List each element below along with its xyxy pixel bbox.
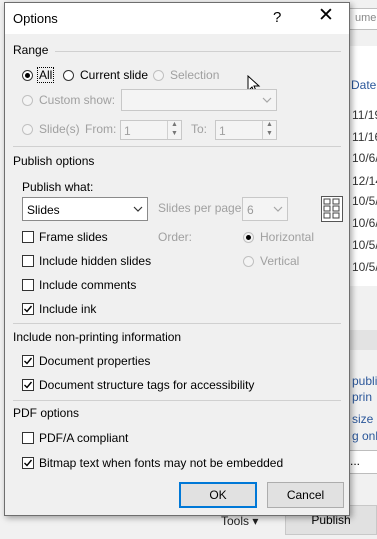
bitmap-text-label[interactable]: Bitmap text when fonts may not be embedd… <box>39 456 283 470</box>
nonprinting-top-separator <box>13 323 341 324</box>
spin-down-icon[interactable]: ▼ <box>171 130 178 137</box>
range-all-label[interactable]: All <box>36 67 55 83</box>
document-structure-tags-checkbox[interactable] <box>22 379 34 391</box>
more-label: ... <box>350 454 361 468</box>
range-separator <box>55 51 341 52</box>
dialog-title: Options <box>13 11 58 26</box>
range-selection-radio[interactable] <box>153 70 164 81</box>
include-comments-label[interactable]: Include comments <box>39 278 136 292</box>
document-properties-checkbox[interactable] <box>22 355 34 367</box>
checkmark-icon <box>24 459 33 467</box>
list-item-date[interactable]: 10/5/ <box>352 260 377 274</box>
background-file-list: Date 11/19 11/16 10/6/ 12/14 10/5/ 10/6/… <box>349 46 377 286</box>
checkmark-icon <box>24 305 33 313</box>
range-to-value: 1 <box>219 124 226 138</box>
list-item-date[interactable]: 10/5/ <box>352 238 377 252</box>
range-selection-label[interactable]: Selection <box>170 68 219 82</box>
include-comments-checkbox[interactable] <box>22 279 34 291</box>
list-item-date[interactable]: 10/6/ <box>352 216 377 230</box>
custom-show-dropdown[interactable] <box>121 89 277 111</box>
ok-button[interactable]: OK <box>179 482 257 508</box>
publish-what-label: Publish what: <box>22 180 94 194</box>
order-horizontal-label[interactable]: Horizontal <box>260 230 314 244</box>
order-label: Order: <box>158 230 193 244</box>
pdfa-compliant-label[interactable]: PDF/A compliant <box>39 431 128 445</box>
range-to-label: To: <box>191 122 208 136</box>
list-item-date[interactable]: 11/19 <box>352 108 377 122</box>
range-current-slide-label[interactable]: Current slide <box>80 68 148 82</box>
publish-options-group-label: Publish options <box>13 154 95 168</box>
list-item-date[interactable]: 10/6/ <box>352 151 377 165</box>
document-structure-tags-label[interactable]: Document structure tags for accessibilit… <box>39 378 254 392</box>
date-column-header[interactable]: Date <box>351 78 376 92</box>
range-from-label: From: <box>85 122 117 136</box>
include-ink-checkbox[interactable] <box>22 303 34 315</box>
range-slides-label[interactable]: Slide(s) <box>39 122 80 136</box>
slides-per-page-label: Slides per page: <box>158 201 245 215</box>
background-link[interactable]: g onli <box>352 429 377 443</box>
publish-what-dropdown[interactable]: Slides <box>22 197 148 221</box>
tools-label: Tools <box>221 514 250 528</box>
slides-per-page-dropdown[interactable]: 6 <box>242 197 288 221</box>
spin-down-icon[interactable]: ▼ <box>266 130 273 137</box>
pdf-top-separator <box>13 400 341 401</box>
include-hidden-slides-checkbox[interactable] <box>22 255 34 267</box>
nonprinting-group-label: Include non-printing information <box>13 330 182 344</box>
range-all-radio[interactable] <box>22 70 33 81</box>
range-from-spinner[interactable]: 1 ▲ ▼ <box>120 120 182 140</box>
close-icon[interactable]: ✕ <box>318 6 334 25</box>
slides-layout-preview-icon <box>321 196 343 222</box>
range-from-spin-buttons[interactable]: ▲ ▼ <box>167 121 181 139</box>
slides-per-page-value: 6 <box>247 203 254 217</box>
range-custom-show-label[interactable]: Custom show: <box>39 93 115 107</box>
checkmark-icon <box>24 381 33 389</box>
range-from-value: 1 <box>124 124 131 138</box>
range-current-slide-radio[interactable] <box>63 70 74 81</box>
checkmark-icon <box>24 357 33 365</box>
bitmap-text-checkbox[interactable] <box>22 457 34 469</box>
chevron-down-icon <box>262 93 272 107</box>
publish-what-value: Slides <box>27 203 60 217</box>
tools-menu[interactable]: Tools ▾ <box>221 514 258 528</box>
frame-slides-label[interactable]: Frame slides <box>39 230 108 244</box>
list-item-date[interactable]: 11/16 <box>352 130 377 144</box>
chevron-down-icon <box>273 202 283 216</box>
background-gray-band <box>349 330 377 350</box>
range-group-label: Range <box>13 43 49 57</box>
pdfa-compliant-checkbox[interactable] <box>22 432 34 444</box>
background-link[interactable]: publi <box>352 374 377 388</box>
list-item-date[interactable]: 10/5/ <box>352 194 377 208</box>
spin-up-icon[interactable]: ▲ <box>266 121 273 128</box>
background-search-placeholder: umen <box>355 12 377 24</box>
order-vertical-radio[interactable] <box>243 256 254 267</box>
frame-slides-checkbox[interactable] <box>22 231 34 243</box>
pdf-options-group-label: PDF options <box>13 406 80 420</box>
range-custom-show-radio[interactable] <box>22 95 33 106</box>
options-dialog: Options ? ✕ Range All Current slide Sele… <box>4 2 350 516</box>
list-item-date[interactable]: 12/14 <box>352 174 377 188</box>
chevron-down-icon <box>133 202 143 216</box>
document-properties-label[interactable]: Document properties <box>39 354 150 368</box>
range-to-spin-buttons[interactable]: ▲ ▼ <box>262 121 276 139</box>
background-link[interactable]: prin <box>352 390 372 404</box>
publish-top-separator <box>13 146 341 147</box>
cancel-button[interactable]: Cancel <box>267 482 344 508</box>
order-vertical-label[interactable]: Vertical <box>260 254 299 268</box>
spin-up-icon[interactable]: ▲ <box>171 121 178 128</box>
help-icon[interactable]: ? <box>273 9 281 26</box>
order-horizontal-radio[interactable] <box>243 232 254 243</box>
background-link[interactable]: size <box>352 412 373 426</box>
range-slides-radio[interactable] <box>22 124 33 135</box>
chevron-down-icon: ▾ <box>252 514 259 528</box>
dialog-titlebar[interactable]: Options ? ✕ <box>5 3 349 34</box>
include-hidden-slides-label[interactable]: Include hidden slides <box>39 254 151 268</box>
include-ink-label[interactable]: Include ink <box>39 302 96 316</box>
range-to-spinner[interactable]: 1 ▲ ▼ <box>215 120 277 140</box>
